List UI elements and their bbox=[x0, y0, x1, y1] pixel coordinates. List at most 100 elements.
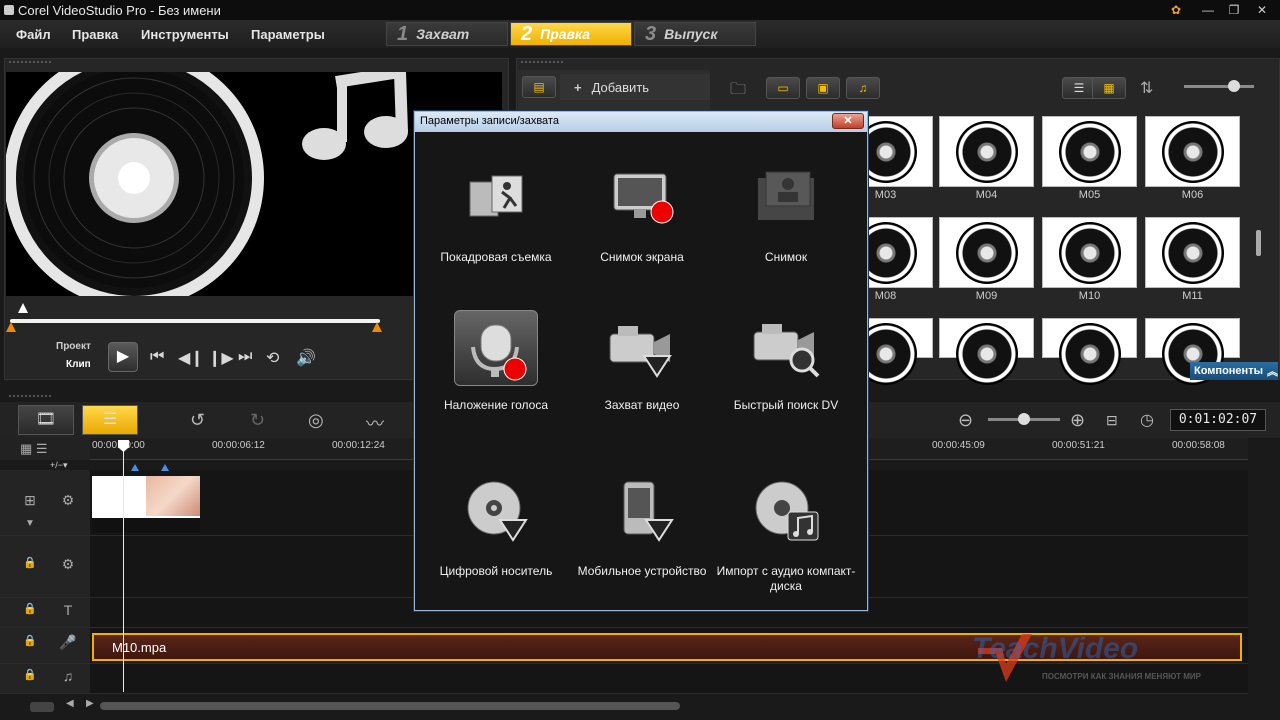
scroll-right-icon[interactable]: ▶ bbox=[86, 698, 94, 709]
mobile-device-option[interactable]: Мобильное устройство bbox=[570, 460, 714, 612]
show-audio-icon[interactable]: ♫ bbox=[846, 77, 880, 99]
lock-icon[interactable]: 🔒 bbox=[16, 668, 44, 690]
menu-file[interactable]: Файл bbox=[16, 27, 51, 42]
media-thumbnail[interactable] bbox=[1145, 217, 1240, 288]
library-scrollbar[interactable] bbox=[1256, 230, 1261, 256]
play-button[interactable]: ▶ bbox=[108, 342, 138, 372]
close-window-button[interactable]: ✕ bbox=[1250, 1, 1274, 19]
show-photo-icon[interactable]: ▣ bbox=[806, 77, 840, 99]
thumb-size-slider[interactable] bbox=[1184, 85, 1254, 88]
record-capture-icon[interactable]: ◎ bbox=[308, 410, 324, 431]
voiceover-option[interactable]: Наложение голоса bbox=[424, 296, 568, 448]
sort-icon[interactable]: ⇅ bbox=[1140, 78, 1153, 98]
menu-edit[interactable]: Правка bbox=[72, 27, 118, 42]
thumbnail-label: M04 bbox=[975, 189, 998, 201]
snapshot-option[interactable]: Снимок bbox=[714, 148, 858, 300]
timeline-view-button[interactable]: ☰ bbox=[82, 405, 138, 435]
tab-share[interactable]: 3 Выпуск bbox=[634, 22, 756, 46]
video-clip[interactable] bbox=[92, 476, 200, 532]
trim-start-marker[interactable] bbox=[6, 322, 16, 332]
go-start-icon[interactable]: ⏮ bbox=[150, 348, 164, 366]
option-label: Снимок экрана bbox=[600, 250, 684, 264]
audio-mixer-icon[interactable]: 〰 bbox=[366, 410, 384, 436]
prev-frame-icon[interactable]: ◀❙ bbox=[178, 348, 204, 368]
fit-project-icon[interactable]: ⊟ bbox=[1106, 412, 1118, 429]
panel-grip[interactable] bbox=[8, 60, 52, 64]
media-library-icon[interactable]: ▤ bbox=[522, 76, 556, 98]
watermark-brand: TeachVideo bbox=[972, 632, 1139, 665]
music-disc-icon bbox=[1059, 121, 1121, 183]
overlay-track-icon[interactable]: ⚙ bbox=[54, 556, 82, 578]
capture-video-option[interactable]: Захват видео bbox=[570, 296, 714, 448]
media-thumbnail[interactable] bbox=[939, 217, 1034, 288]
app-icon bbox=[4, 5, 14, 15]
show-video-icon[interactable]: ▭ bbox=[766, 77, 800, 99]
disc-import-icon bbox=[454, 474, 538, 550]
minimize-button[interactable]: — bbox=[1196, 1, 1220, 19]
grid-view-icon[interactable]: ▦ bbox=[1092, 77, 1126, 99]
trim-end-marker[interactable] bbox=[372, 322, 382, 332]
redo-icon[interactable]: ↻ bbox=[250, 410, 265, 431]
volume-icon[interactable]: 🔊 bbox=[296, 348, 316, 368]
playhead[interactable] bbox=[123, 442, 124, 692]
storyboard-view-button[interactable]: 🎞 bbox=[18, 405, 74, 435]
mode-clip[interactable]: Клип bbox=[66, 359, 91, 370]
zoom-handle[interactable] bbox=[1018, 413, 1030, 425]
zoom-in-icon[interactable]: ⊕ bbox=[1070, 410, 1085, 431]
timecode-display[interactable]: 0:01:02:07 bbox=[1170, 409, 1266, 431]
add-folder-button[interactable]: + Добавить bbox=[560, 74, 710, 100]
screen-capture-option[interactable]: Снимок экрана bbox=[570, 148, 714, 300]
media-thumbnail[interactable] bbox=[1042, 217, 1137, 288]
music-disc-icon bbox=[1162, 222, 1224, 284]
undo-icon[interactable]: ↺ bbox=[190, 410, 205, 431]
microphone-icon[interactable]: 🎤 bbox=[54, 634, 82, 656]
list-view-icon[interactable]: ☰ bbox=[1062, 77, 1096, 99]
title-track-icon[interactable]: T bbox=[54, 602, 82, 624]
add-track-icon[interactable] bbox=[30, 702, 54, 712]
timeline-scrollbar[interactable] bbox=[100, 702, 680, 710]
ruler-label: 00:00:06:12 bbox=[212, 440, 265, 451]
media-thumbnail[interactable] bbox=[1042, 116, 1137, 187]
audio-cd-import-option[interactable]: Импорт с аудио компакт-диска bbox=[714, 460, 858, 612]
thumb-size-handle[interactable] bbox=[1228, 80, 1240, 92]
menu-tools[interactable]: Инструменты bbox=[141, 27, 229, 42]
maximize-button[interactable]: ❐ bbox=[1222, 1, 1246, 19]
menu-settings[interactable]: Параметры bbox=[251, 27, 325, 42]
track-manager-icon[interactable]: ▦ ☰ bbox=[20, 441, 48, 457]
ripple-edit-icon[interactable]: ⊞ bbox=[16, 492, 44, 514]
digital-media-option[interactable]: Цифровой носитель bbox=[424, 460, 568, 612]
panel-grip[interactable] bbox=[8, 394, 52, 398]
clip-marker[interactable] bbox=[161, 464, 169, 471]
thumbnail-label: M10 bbox=[1078, 290, 1101, 302]
video-track-icon[interactable]: ⚙ bbox=[54, 492, 82, 514]
go-end-icon[interactable]: ⏭ bbox=[238, 348, 252, 366]
tab-capture[interactable]: 1 Захват bbox=[386, 22, 508, 46]
media-thumbnail[interactable] bbox=[1042, 318, 1137, 385]
lock-icon[interactable]: 🔒 bbox=[16, 602, 44, 624]
folder-icon[interactable]: 🗀 bbox=[730, 78, 746, 105]
zoom-out-icon[interactable]: ⊖ bbox=[958, 410, 973, 431]
dv-quick-scan-option[interactable]: Быстрый поиск DV bbox=[714, 296, 858, 448]
scroll-left-icon[interactable]: ◀ bbox=[66, 698, 74, 709]
next-frame-icon[interactable]: ❙▶ bbox=[208, 348, 234, 368]
music-note-icon[interactable]: ♫ bbox=[54, 668, 82, 690]
clip-marker[interactable] bbox=[131, 464, 139, 471]
mode-project[interactable]: Проект bbox=[56, 341, 91, 352]
tab-edit[interactable]: 2 Правка bbox=[510, 22, 632, 46]
components-button[interactable]: Компоненты ︽ bbox=[1190, 362, 1278, 380]
lock-icon[interactable]: 🔒 bbox=[16, 556, 44, 578]
scrub-bar[interactable] bbox=[10, 319, 380, 323]
media-thumbnail[interactable] bbox=[1145, 116, 1240, 187]
tab-label: Захват bbox=[416, 26, 470, 42]
app-menu-icon[interactable]: ✿ bbox=[1164, 1, 1188, 19]
media-thumbnail[interactable] bbox=[939, 318, 1034, 385]
dialog-close-button[interactable]: ✕ bbox=[832, 113, 864, 129]
lock-icon[interactable]: 🔒 bbox=[16, 634, 44, 656]
stop-motion-option[interactable]: Покадровая съемка bbox=[424, 148, 568, 300]
media-thumbnail[interactable] bbox=[1145, 318, 1240, 385]
scrub-handle[interactable] bbox=[18, 303, 28, 313]
dialog-title: Параметры записи/захвата bbox=[420, 115, 559, 127]
panel-grip[interactable] bbox=[520, 60, 564, 64]
media-thumbnail[interactable] bbox=[939, 116, 1034, 187]
repeat-icon[interactable]: ⟲ bbox=[266, 348, 279, 368]
